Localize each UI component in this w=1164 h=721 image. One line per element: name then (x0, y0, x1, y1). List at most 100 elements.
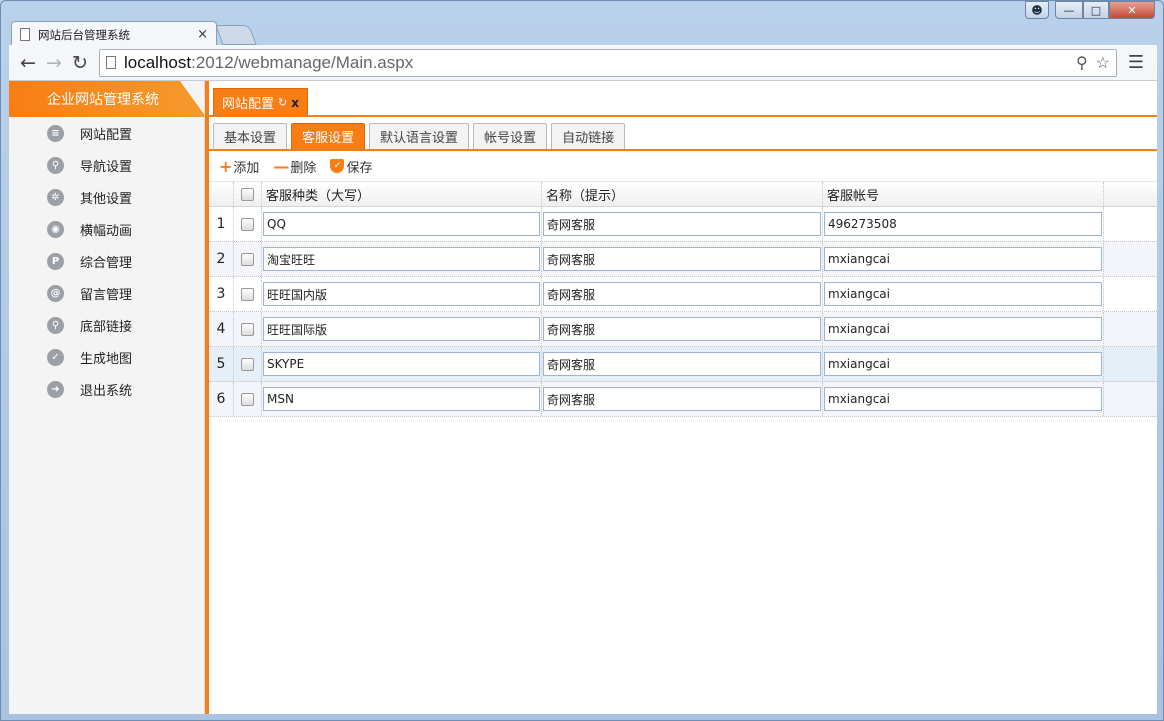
column-header-name[interactable]: 名称（提示） (542, 182, 823, 206)
service-type-input[interactable] (263, 352, 540, 376)
service-account-input[interactable] (824, 317, 1102, 341)
table-cell (262, 312, 542, 346)
back-arrow-icon[interactable]: ← (15, 50, 41, 76)
sidebar-item[interactable]: ✓ 生成地图 (9, 341, 204, 373)
table-row[interactable]: 1 (209, 207, 1157, 242)
service-account-input[interactable] (824, 247, 1102, 271)
table-row[interactable]: 6 (209, 382, 1157, 417)
table-cell (542, 277, 823, 311)
service-name-input[interactable] (543, 247, 821, 271)
row-checkbox[interactable] (241, 217, 254, 231)
plus-icon: + (219, 156, 233, 176)
row-number: 6 (209, 382, 234, 416)
table-row[interactable]: 2 (209, 242, 1157, 277)
add-button[interactable]: + 添加 (219, 157, 259, 176)
p-icon: P (47, 252, 64, 270)
camera-icon: ◉ (47, 220, 64, 238)
page-icon (20, 28, 30, 41)
service-type-input[interactable] (263, 212, 540, 236)
service-account-input[interactable] (824, 352, 1102, 376)
forward-arrow-icon[interactable]: → (41, 50, 67, 76)
menu-icon[interactable]: ☰ (1123, 50, 1149, 76)
address-bar[interactable]: localhost:2012/webmanage/Main.aspx ⚲ ☆ (99, 48, 1117, 77)
link-icon: ⚲ (47, 156, 64, 174)
sidebar-item[interactable]: ◉ 横幅动画 (9, 213, 204, 245)
table-cell (823, 242, 1104, 276)
service-account-input[interactable] (824, 212, 1102, 236)
at-icon: @ (47, 284, 64, 302)
tab-customer-service[interactable]: 客服设置 (291, 123, 366, 149)
service-name-input[interactable] (543, 282, 821, 306)
sidebar-item[interactable]: @ 留言管理 (9, 277, 204, 309)
star-icon[interactable]: ☆ (1096, 53, 1110, 73)
minimize-button[interactable]: — (1055, 1, 1083, 19)
service-name-input[interactable] (543, 387, 821, 411)
url-path: :2012/webmanage/Main.aspx (191, 52, 414, 72)
sidebar-item-label: 网站配置 (80, 127, 133, 143)
sidebar-item[interactable]: P 综合管理 (9, 245, 204, 277)
save-button[interactable]: ✓ 保存 (330, 157, 372, 176)
service-account-input[interactable] (824, 282, 1102, 306)
sidebar-item[interactable]: ⚲ 底部链接 (9, 309, 204, 341)
row-checkbox[interactable] (241, 252, 254, 266)
key-icon[interactable]: ⚲ (1076, 53, 1088, 73)
row-number: 4 (209, 312, 234, 346)
sidebar-item[interactable]: ≡ 网站配置 (9, 117, 204, 149)
service-account-input[interactable] (824, 387, 1102, 411)
table-row[interactable]: 5 (209, 347, 1157, 382)
service-type-input[interactable] (263, 387, 540, 411)
table-cell (542, 312, 823, 346)
main-tab-label: 网站配置 (222, 97, 275, 112)
row-select-cell (234, 242, 262, 276)
row-select-cell (234, 312, 262, 346)
grid-header: 客服种类（大写） 名称（提示） 客服帐号 (209, 181, 1157, 207)
arrow-right-icon: ➜ (47, 380, 64, 398)
select-all-checkbox[interactable] (241, 187, 254, 201)
service-name-input[interactable] (543, 352, 821, 376)
sidebar-item[interactable]: ✲ 其他设置 (9, 181, 204, 213)
table-row[interactable]: 3 (209, 277, 1157, 312)
refresh-icon[interactable]: ↻ (278, 96, 287, 109)
row-checkbox[interactable] (241, 357, 254, 371)
page-content: 企业网站管理系统 ≡ 网站配置 ⚲ 导航设置 ✲ 其他设置 ◉ 横幅动画 P 综合管理 @ 留言管理 ⚲… (9, 81, 1157, 714)
grid-toolbar: + 添加 — 删除 ✓ 保存 (209, 151, 1157, 181)
column-header-type[interactable]: 客服种类（大写） (262, 182, 542, 206)
sidebar-item-label: 留言管理 (80, 287, 133, 303)
browser-tab[interactable]: 网站后台管理系统 × (11, 21, 217, 47)
sidebar-item[interactable]: ⚲ 导航设置 (9, 149, 204, 181)
tab-default-language[interactable]: 默认语言设置 (369, 123, 470, 149)
delete-button[interactable]: — 删除 (273, 157, 316, 176)
row-checkbox[interactable] (241, 322, 254, 336)
tab-basic-settings[interactable]: 基本设置 (213, 123, 288, 149)
sidebar-item-label: 底部链接 (80, 319, 133, 335)
service-type-input[interactable] (263, 247, 540, 271)
sidebar-item[interactable]: ➜ 退出系统 (9, 373, 204, 405)
user-icon[interactable]: ☻ (1025, 1, 1049, 19)
delete-label: 删除 (290, 160, 317, 176)
table-cell (542, 242, 823, 276)
table-row[interactable]: 4 (209, 312, 1157, 347)
sidebar-item-label: 横幅动画 (80, 223, 133, 239)
service-name-input[interactable] (543, 317, 821, 341)
table-cell (262, 382, 542, 416)
settings-tabs: 基本设置 客服设置 默认语言设置 帐号设置 自动链接 (209, 117, 1157, 151)
new-tab-button[interactable] (215, 25, 257, 45)
tab-strip: 网站后台管理系统 × (9, 19, 1157, 47)
maximize-button[interactable]: □ (1083, 1, 1109, 19)
row-checkbox[interactable] (241, 392, 254, 406)
tab-website-config[interactable]: 网站配置 ↻ x (213, 88, 308, 116)
close-window-button[interactable]: ✕ (1109, 1, 1155, 19)
tab-account-settings[interactable]: 帐号设置 (473, 123, 548, 149)
service-type-input[interactable] (263, 317, 540, 341)
select-all-cell (234, 182, 262, 206)
service-type-input[interactable] (263, 282, 540, 306)
column-header-account[interactable]: 客服帐号 (823, 182, 1104, 206)
tab-auto-links[interactable]: 自动链接 (551, 123, 626, 149)
close-tab-icon[interactable]: × (197, 27, 208, 42)
table-cell (262, 277, 542, 311)
table-cell (542, 347, 823, 381)
service-name-input[interactable] (543, 212, 821, 236)
reload-icon[interactable]: ↻ (67, 50, 93, 76)
row-checkbox[interactable] (241, 287, 254, 301)
close-icon[interactable]: x (291, 96, 299, 110)
